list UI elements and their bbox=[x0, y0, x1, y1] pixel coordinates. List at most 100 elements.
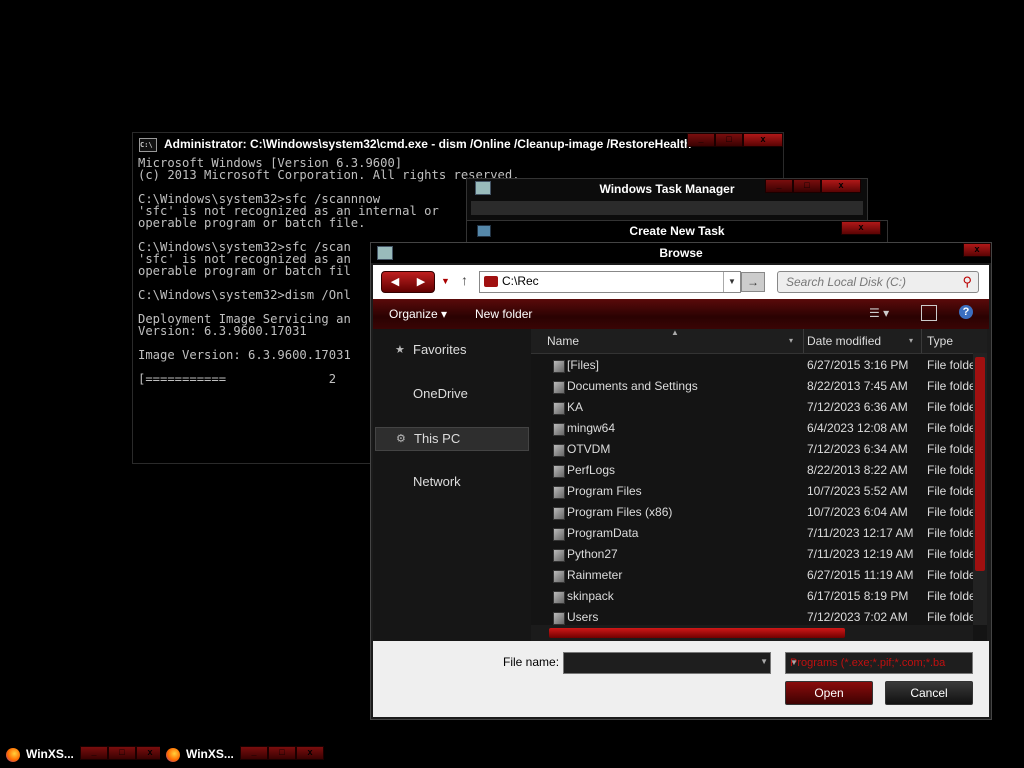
maximize-button[interactable]: □ bbox=[793, 179, 821, 193]
table-row[interactable]: PerfLogs 8/22/2013 8:22 AM File folder bbox=[531, 460, 973, 481]
new-folder-button[interactable]: New folder bbox=[475, 307, 532, 321]
browse-dialog[interactable]: Browse x ◀ ▶ ▼ ↑ ▼ → ⚲ Organize ▾ New fo… bbox=[370, 242, 992, 720]
file-date: 8/22/2013 7:45 AM bbox=[807, 379, 908, 393]
file-name-field[interactable]: ▼ bbox=[563, 652, 771, 674]
chevron-down-icon[interactable]: ▼ bbox=[790, 653, 950, 673]
maximize-button[interactable]: □ bbox=[715, 133, 743, 147]
table-row[interactable]: Python27 7/11/2023 12:19 AM File folder bbox=[531, 544, 973, 565]
nav-item-this-pc[interactable]: ⚙ This PC bbox=[375, 427, 529, 451]
file-type-select[interactable]: Programs (*.exe;*.pif;*.com;*.ba ▼ bbox=[785, 652, 973, 674]
dialog-footer: File name: ▼ Programs (*.exe;*.pif;*.com… bbox=[373, 641, 989, 717]
view-options-icon[interactable]: ☰ ▾ bbox=[869, 306, 889, 320]
back-arrow-icon[interactable]: ◀ bbox=[382, 272, 408, 292]
folder-icon bbox=[553, 381, 565, 394]
table-row[interactable]: OTVDM 7/12/2023 6:34 AM File folder bbox=[531, 439, 973, 460]
nav-item-onedrive[interactable]: OneDrive bbox=[373, 383, 531, 405]
preview-pane-icon[interactable] bbox=[921, 305, 937, 321]
folder-icon bbox=[553, 444, 565, 457]
column-type[interactable]: Type bbox=[921, 329, 973, 353]
minimize-button[interactable]: _ bbox=[687, 133, 715, 147]
nav-item-network[interactable]: Network bbox=[373, 471, 531, 493]
table-row[interactable]: [Files] 6/27/2015 3:16 PM File folder bbox=[531, 355, 973, 376]
open-button[interactable]: Open bbox=[785, 681, 873, 705]
chevron-down-icon[interactable]: ▾ bbox=[789, 329, 793, 353]
nav-item-favorites[interactable]: ★ Favorites bbox=[373, 339, 531, 361]
file-date: 7/12/2023 6:34 AM bbox=[807, 442, 908, 456]
file-name: PerfLogs bbox=[567, 463, 616, 477]
table-row[interactable]: skinpack 6/17/2015 8:19 PM File folder bbox=[531, 586, 973, 607]
task-manager-window[interactable]: Windows Task Manager _ □ x bbox=[466, 178, 868, 224]
folder-icon bbox=[553, 612, 565, 625]
taskbar-item[interactable]: WinXS... _ □ x bbox=[0, 744, 164, 766]
scroll-thumb[interactable] bbox=[549, 628, 845, 638]
help-icon[interactable]: ? bbox=[959, 305, 973, 319]
task-manager-menu-bar[interactable] bbox=[471, 201, 863, 215]
file-date: 7/11/2023 12:17 AM bbox=[807, 526, 914, 540]
folder-icon bbox=[553, 591, 565, 604]
organize-button[interactable]: Organize ▾ bbox=[389, 307, 447, 321]
folder-icon bbox=[553, 549, 565, 562]
go-button[interactable]: → bbox=[741, 272, 765, 292]
star-icon: ★ bbox=[395, 344, 405, 356]
chevron-down-icon[interactable]: ▾ bbox=[909, 329, 913, 353]
file-type: File folder bbox=[927, 505, 973, 519]
address-bar[interactable]: ▼ bbox=[479, 271, 741, 293]
table-row[interactable]: Documents and Settings 8/22/2013 7:45 AM F… bbox=[531, 376, 973, 397]
folder-icon bbox=[553, 570, 565, 583]
close-button[interactable]: x bbox=[821, 179, 861, 193]
vertical-scrollbar[interactable] bbox=[973, 353, 987, 625]
folder-icon bbox=[553, 507, 565, 520]
create-new-task-title-bar[interactable]: Create New Task bbox=[467, 221, 887, 241]
file-date: 7/12/2023 6:36 AM bbox=[807, 400, 908, 414]
close-button[interactable]: x bbox=[743, 133, 783, 147]
folder-icon bbox=[553, 360, 565, 373]
search-icon[interactable]: ⚲ bbox=[962, 274, 972, 290]
firefox-icon bbox=[6, 748, 20, 762]
file-name: mingw64 bbox=[567, 421, 616, 435]
table-row[interactable]: ProgramData 7/11/2023 12:17 AM File folder bbox=[531, 523, 973, 544]
close-button[interactable]: x bbox=[963, 243, 991, 257]
cancel-button[interactable]: Cancel bbox=[885, 681, 973, 705]
file-name: ProgramData bbox=[567, 526, 639, 540]
cmd-title-bar[interactable]: C:\ Administrator: C:\Windows\system32\c… bbox=[133, 133, 783, 155]
file-date: 10/7/2023 5:52 AM bbox=[807, 484, 908, 498]
file-name-input[interactable] bbox=[568, 655, 748, 670]
up-arrow-icon[interactable]: ↑ bbox=[461, 272, 468, 288]
file-name: Rainmeter bbox=[567, 568, 623, 582]
browse-title-bar[interactable]: Browse x bbox=[371, 243, 991, 263]
recent-locations-dropdown-icon[interactable]: ▼ bbox=[441, 276, 450, 286]
column-date-modified[interactable]: Date modified ▾ bbox=[803, 329, 922, 353]
folder-icon bbox=[553, 528, 565, 541]
file-date: 8/22/2013 8:22 AM bbox=[807, 463, 908, 477]
taskbar-item[interactable]: WinXS... _ □ x bbox=[160, 744, 324, 766]
forward-arrow-icon[interactable]: ▶ bbox=[408, 272, 434, 292]
chevron-down-icon[interactable]: ▼ bbox=[760, 657, 768, 666]
back-forward-buttons[interactable]: ◀ ▶ bbox=[381, 271, 435, 293]
table-row[interactable]: Program Files 10/7/2023 5:52 AM File folde… bbox=[531, 481, 973, 502]
file-type: File folder bbox=[927, 379, 973, 393]
table-row[interactable]: Program Files (x86) 10/7/2023 6:04 AM File… bbox=[531, 502, 973, 523]
close-button[interactable]: x bbox=[841, 221, 881, 235]
search-input[interactable] bbox=[786, 275, 956, 289]
table-row[interactable]: Rainmeter 6/27/2015 11:19 AM File folder bbox=[531, 565, 973, 586]
table-row[interactable]: mingw64 6/4/2023 12:08 AM File folder bbox=[531, 418, 973, 439]
chevron-down-icon[interactable]: ▼ bbox=[723, 272, 740, 292]
close-button[interactable]: x bbox=[296, 746, 324, 760]
search-box[interactable]: ⚲ bbox=[777, 271, 979, 293]
minimize-button[interactable]: _ bbox=[80, 746, 108, 760]
address-input[interactable] bbox=[502, 274, 712, 288]
file-name: Program Files (x86) bbox=[567, 505, 673, 519]
file-name: skinpack bbox=[567, 589, 614, 603]
file-list[interactable]: Name ▲ ▾ Date modified ▾ Type [Files] 6/2… bbox=[531, 328, 987, 641]
horizontal-scrollbar[interactable] bbox=[531, 625, 973, 641]
maximize-button[interactable]: □ bbox=[108, 746, 136, 760]
minimize-button[interactable]: _ bbox=[240, 746, 268, 760]
folder-icon bbox=[553, 423, 565, 436]
navigation-pane: ★ Favorites OneDrive ⚙ This PC Network bbox=[373, 329, 531, 641]
column-name[interactable]: Name ▲ ▾ bbox=[531, 328, 804, 353]
scroll-thumb[interactable] bbox=[975, 357, 985, 571]
table-row[interactable]: KA 7/12/2023 6:36 AM File folder bbox=[531, 397, 973, 418]
minimize-button[interactable]: _ bbox=[765, 179, 793, 193]
maximize-button[interactable]: □ bbox=[268, 746, 296, 760]
file-type: File folder bbox=[927, 526, 973, 540]
